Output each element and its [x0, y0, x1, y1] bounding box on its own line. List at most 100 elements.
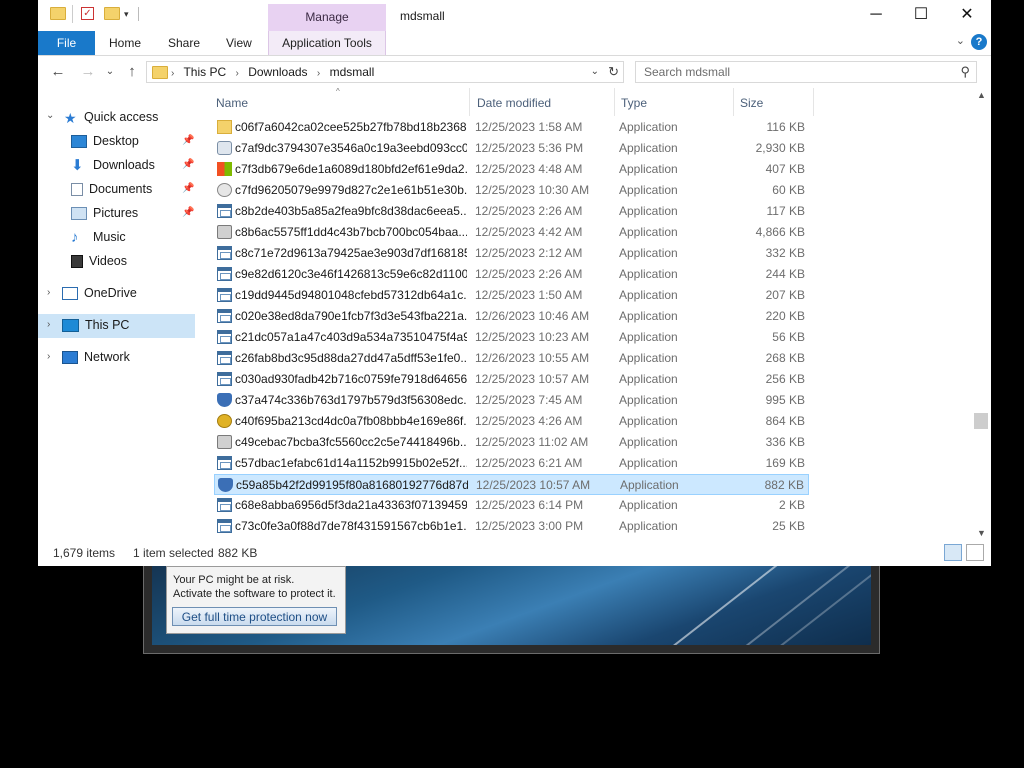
- table-row[interactable]: c68e8abba6956d5f3da21a43363f07139459... 1…: [214, 495, 809, 516]
- address-bar[interactable]: › This PC › Downloads › mdsmall ⌄ ↻: [146, 61, 624, 83]
- pin-icon[interactable]: 📌: [182, 135, 194, 146]
- file-name: c7f3db679e6de1a6089d180bfd2ef61e9da2...: [235, 162, 467, 176]
- chevron-down-icon[interactable]: ⌄: [46, 110, 54, 121]
- file-name: c40f695ba213cd4dc0a7fb08bbb4e169e86f...: [235, 414, 467, 428]
- table-row[interactable]: c030ad930fadb42b716c0759fe7918d64656... 1…: [214, 369, 809, 390]
- column-header-name[interactable]: Name: [216, 94, 248, 112]
- up-button[interactable]: ↑: [122, 62, 142, 82]
- help-icon[interactable]: ?: [971, 34, 987, 50]
- file-name: c73c0fe3a0f88d7de78f431591567cb6b1e1...: [235, 519, 467, 533]
- table-row[interactable]: c19dd9445d94801048cfebd57312db64a1c... 12…: [214, 285, 809, 306]
- table-row[interactable]: c7af9dc3794307e3546a0c19a3eebd093cc0... 1…: [214, 138, 809, 159]
- sidebar-item-videos[interactable]: Videos: [71, 250, 127, 272]
- table-row[interactable]: c73c0fe3a0f88d7de78f431591567cb6b1e1... 1…: [214, 516, 809, 537]
- sidebar-item-onedrive[interactable]: OneDrive: [62, 282, 137, 304]
- selection-size: 882 KB: [218, 546, 258, 560]
- pin-icon[interactable]: 📌: [182, 183, 194, 194]
- maximize-button[interactable]: ☐: [898, 4, 944, 26]
- manage-context-tab[interactable]: Manage: [268, 4, 386, 31]
- get-protection-button[interactable]: Get full time protection now: [172, 607, 337, 626]
- file-explorer-window: ✓ ▾ Manage mdsmall ─ ☐ ✕ File Home Share…: [38, 0, 991, 566]
- column-header-size[interactable]: Size: [740, 94, 763, 112]
- sidebar-item-music[interactable]: ♪ Music: [71, 226, 126, 248]
- forward-button[interactable]: →: [78, 62, 98, 82]
- table-row[interactable]: c49cebac7bcba3fc5560cc2c5e74418496b... 12…: [214, 432, 809, 453]
- scroll-up-icon[interactable]: ▲: [977, 90, 986, 100]
- file-size: 407 KB: [765, 162, 805, 176]
- refresh-icon[interactable]: ↻: [608, 62, 619, 82]
- file-size: 169 KB: [765, 456, 805, 470]
- file-date-modified: 12/25/2023 2:26 AM: [475, 204, 583, 218]
- tab-share[interactable]: Share: [168, 31, 200, 55]
- sidebar-item-this-pc[interactable]: This PC: [62, 314, 129, 336]
- recent-locations-icon[interactable]: ⌄: [100, 62, 120, 82]
- file-date-modified: 12/25/2023 10:57 AM: [475, 372, 590, 386]
- table-row[interactable]: c020e38ed8da790e1fcb7f3d3e543fba221a... 1…: [214, 306, 809, 327]
- close-button[interactable]: ✕: [944, 4, 990, 26]
- file-type: Application: [619, 372, 678, 386]
- table-row[interactable]: c7fd96205079e9979d827c2e1e61b51e30b... 12…: [214, 180, 809, 201]
- breadcrumb-this-pc[interactable]: This PC: [183, 65, 226, 79]
- setup-icon: [217, 141, 232, 155]
- scrollbar-thumb[interactable]: [974, 413, 988, 429]
- table-row[interactable]: c57dbac1efabc61d14a1152b9915b02e52f... 12…: [214, 453, 809, 474]
- table-row[interactable]: c26fab8bd3c95d88da27dd47a5dff53e1fe0... 1…: [214, 348, 809, 369]
- properties-icon[interactable]: ✓: [81, 7, 94, 20]
- table-row[interactable]: c21dc057a1a47c403d9a534a73510475f4a9... 1…: [214, 327, 809, 348]
- search-icon[interactable]: ⚲: [960, 62, 970, 82]
- chevron-down-icon[interactable]: ⌄: [591, 62, 599, 82]
- tab-application-tools[interactable]: Application Tools: [268, 31, 386, 55]
- file-type: Application: [619, 456, 678, 470]
- sidebar-item-documents[interactable]: Documents: [71, 178, 152, 200]
- back-button[interactable]: ←: [48, 62, 68, 82]
- column-header-date-modified[interactable]: Date modified: [477, 94, 551, 112]
- music-icon: ♪: [71, 228, 79, 246]
- file-size: 25 KB: [772, 519, 805, 533]
- search-input[interactable]: Search mdsmall ⚲: [635, 61, 977, 83]
- file-type: Application: [619, 309, 678, 323]
- app-icon: [217, 372, 232, 386]
- file-name: c57dbac1efabc61d14a1152b9915b02e52f...: [235, 456, 467, 470]
- large-icons-view-icon[interactable]: [966, 544, 984, 561]
- table-row[interactable]: c7f3db679e6de1a6089d180bfd2ef61e9da2... 1…: [214, 159, 809, 180]
- file-date-modified: 12/25/2023 5:36 PM: [475, 141, 584, 155]
- file-type: Application: [619, 162, 678, 176]
- sidebar-item-desktop[interactable]: Desktop: [71, 130, 139, 152]
- new-folder-icon[interactable]: [104, 7, 120, 20]
- chevron-right-icon[interactable]: ›: [47, 319, 50, 330]
- table-row[interactable]: c40f695ba213cd4dc0a7fb08bbb4e169e86f... 1…: [214, 411, 809, 432]
- tab-home[interactable]: Home: [109, 31, 141, 55]
- pin-icon[interactable]: 📌: [182, 159, 194, 170]
- file-name: c7af9dc3794307e3546a0c19a3eebd093cc0...: [235, 141, 467, 155]
- breadcrumb-mdsmall[interactable]: mdsmall: [330, 65, 375, 79]
- table-row-selected[interactable]: c59a85b42f2d99195f80a81680192776d87d... 1…: [214, 474, 809, 495]
- sidebar-item-downloads[interactable]: ⬇ Downloads: [71, 154, 155, 176]
- file-type: Application: [619, 519, 678, 533]
- table-row[interactable]: c8b2de403b5a85a2fea9bfc8d38dac6eea5... 12…: [214, 201, 809, 222]
- customize-toolbar-icon[interactable]: ▾: [124, 9, 129, 20]
- tab-view[interactable]: View: [226, 31, 252, 55]
- chevron-right-icon: ›: [316, 68, 321, 79]
- table-row[interactable]: c8b6ac5575ff1dd4c43b7bcb700bc054baa... 12…: [214, 222, 809, 243]
- window-title: mdsmall: [400, 9, 445, 23]
- tab-file[interactable]: File: [38, 31, 95, 55]
- file-name: c21dc057a1a47c403d9a534a73510475f4a9...: [235, 330, 467, 344]
- table-row[interactable]: c9e82d6120c3e46f1426813c59e6c82d1100... 1…: [214, 264, 809, 285]
- expand-ribbon-icon[interactable]: ⌄: [956, 34, 965, 47]
- column-header-type[interactable]: Type: [621, 94, 647, 112]
- chevron-right-icon[interactable]: ›: [47, 351, 50, 362]
- table-row[interactable]: c06f7a6042ca02cee525b27fb78bd18b2368... 1…: [214, 117, 809, 138]
- table-row[interactable]: c8c71e72d9613a79425ae3e903d7df168185... 1…: [214, 243, 809, 264]
- file-date-modified: 12/25/2023 6:14 PM: [475, 498, 584, 512]
- breadcrumb-downloads[interactable]: Downloads: [248, 65, 307, 79]
- vertical-scrollbar[interactable]: ▲ ▼: [973, 88, 990, 540]
- sidebar-item-network[interactable]: Network: [62, 346, 130, 368]
- chevron-right-icon[interactable]: ›: [47, 287, 50, 298]
- sidebar-item-quick-access[interactable]: ★ Quick access: [64, 106, 158, 128]
- table-row[interactable]: c37a474c336b763d1797b579d3f56308edc... 12…: [214, 390, 809, 411]
- scroll-down-icon[interactable]: ▼: [977, 528, 986, 538]
- minimize-button[interactable]: ─: [853, 4, 899, 26]
- sidebar-item-pictures[interactable]: Pictures: [71, 202, 138, 224]
- details-view-icon[interactable]: [944, 544, 962, 561]
- pin-icon[interactable]: 📌: [182, 207, 194, 218]
